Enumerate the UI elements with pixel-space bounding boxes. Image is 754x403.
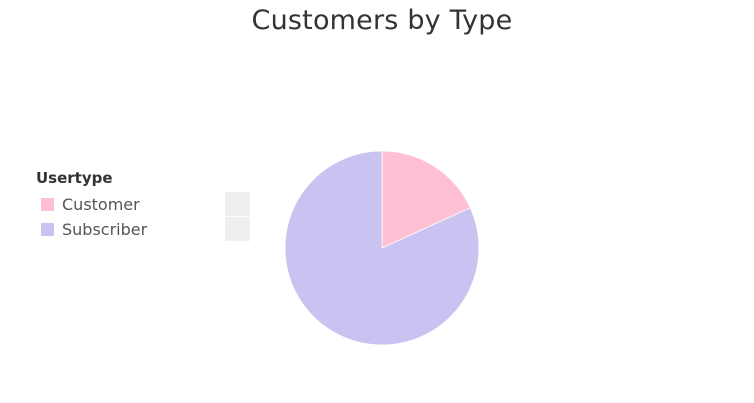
pie-chart — [284, 150, 480, 346]
pie-slices — [284, 150, 480, 346]
